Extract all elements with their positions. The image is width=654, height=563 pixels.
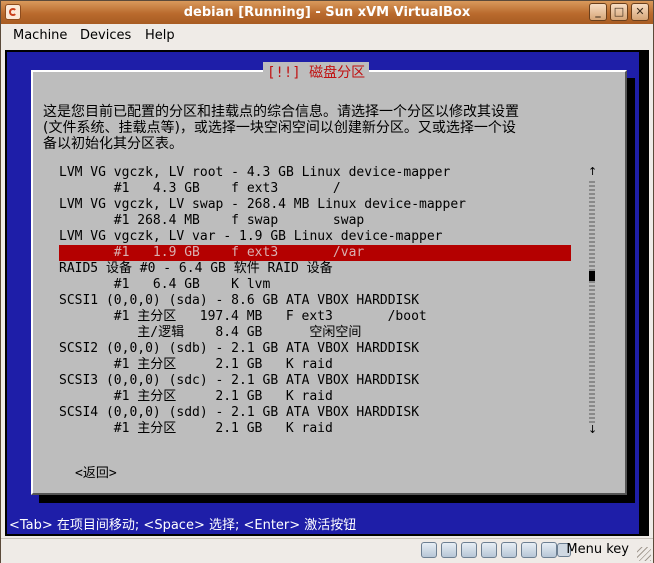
virtualbox-window: debian [Running] - Sun xVM VirtualBox _ … [0,0,654,563]
partition-dialog: [!!] 磁盘分区 这是您目前已配置的分区和挂载点的综合信息。请选择一个分区以修… [31,62,627,495]
partition-row[interactable]: SCSI3 (0,0,0) (sdc) - 2.1 GB ATA VBOX HA… [59,373,571,389]
partition-row[interactable]: LVM VG vgczk, LV var - 1.9 GB Linux devi… [59,229,571,245]
partition-row[interactable]: #1 主分区 2.1 GB K raid [59,357,571,373]
partition-row[interactable]: #1 主分区 197.4 MB F ext3 /boot [59,309,571,325]
partition-row[interactable]: SCSI1 (0,0,0) (sda) - 8.6 GB ATA VBOX HA… [59,293,571,309]
usb-icon[interactable] [501,542,517,558]
partition-row-selected[interactable]: #1 1.9 GB f ext3 /var [59,245,571,261]
partition-row[interactable]: SCSI4 (0,0,0) (sdd) - 2.1 GB ATA VBOX HA… [59,405,571,421]
scroll-up-arrow-icon[interactable]: ↑ [588,166,597,177]
partition-row[interactable]: #1 主分区 2.1 GB K raid [59,389,571,405]
menu-bar: Machine Devices Help [1,24,653,48]
resize-grip-icon[interactable] [637,547,651,561]
virtualbox-app-icon[interactable] [5,4,21,20]
scrollbar-thumb[interactable] [589,271,595,281]
host-key-label: Menu key [566,542,629,557]
list-scrollbar[interactable]: ↑ ↓ [588,166,597,435]
window-title: debian [Running] - Sun xVM VirtualBox [183,5,471,20]
dialog-title: [!!] 磁盘分区 [263,62,370,82]
window-controls: _ □ ✕ [589,3,649,21]
dialog-shadow-right [627,78,635,503]
maximize-button[interactable]: □ [610,3,628,21]
scroll-down-arrow-icon[interactable]: ↓ [588,424,597,435]
back-button[interactable]: <返回> [75,462,117,481]
menu-help[interactable]: Help [145,28,175,43]
network-icon[interactable] [481,542,497,558]
menu-machine[interactable]: Machine [13,28,67,43]
title-bar[interactable]: debian [Running] - Sun xVM VirtualBox _ … [1,1,653,24]
vm-display[interactable]: [!!] 磁盘分区 这是您目前已配置的分区和挂载点的综合信息。请选择一个分区以修… [5,50,649,536]
partition-row[interactable]: #1 4.3 GB f ext3 / [59,181,571,197]
shared-folders-icon[interactable] [521,542,537,558]
partition-row[interactable]: LVM VG vgczk, LV swap - 268.4 MB Linux d… [59,197,571,213]
partition-list[interactable]: LVM VG vgczk, LV root - 4.3 GB Linux dev… [59,165,577,439]
floppy-icon[interactable] [461,542,477,558]
cd-dvd-icon[interactable] [441,542,457,558]
minimize-button[interactable]: _ [589,3,607,21]
dialog-shadow-bottom [39,495,635,503]
partition-row[interactable]: LVM VG vgczk, LV root - 4.3 GB Linux dev… [59,165,571,181]
intro-line: (文件系统、挂载点等)，或选择一块空闲空间以创建新分区。又或选择一个设 [43,120,516,136]
intro-line: 备以初始化其分区表。 [43,136,183,152]
partition-row[interactable]: 主/逻辑 8.4 GB 空闲空间 [59,325,571,341]
menu-devices[interactable]: Devices [80,28,131,43]
partition-row[interactable]: RAID5 设备 #0 - 6.4 GB 软件 RAID 设备 [59,261,571,277]
intro-line: 这是您目前已配置的分区和挂载点的综合信息。请选择一个分区以修改其设置 [43,104,519,120]
intro-text: 这是您目前已配置的分区和挂载点的综合信息。请选择一个分区以修改其设置 (文件系统… [43,104,519,152]
hard-disk-icon[interactable] [421,542,437,558]
partition-row[interactable]: #1 6.4 GB K lvm [59,277,571,293]
partition-row[interactable]: #1 主分区 2.1 GB K raid [59,421,571,437]
partition-row[interactable]: SCSI2 (0,0,0) (sdb) - 2.1 GB ATA VBOX HA… [59,341,571,357]
partition-row[interactable]: #1 268.4 MB f swap swap [59,213,571,229]
device-indicators [421,542,557,558]
scrollbar-track[interactable] [589,179,595,423]
keyboard-hint: <Tab> 在项目间移动; <Space> 选择; <Enter> 激活按钮 [9,518,357,533]
installer-screen: [!!] 磁盘分区 这是您目前已配置的分区和挂载点的综合信息。请选择一个分区以修… [7,52,639,534]
close-button[interactable]: ✕ [631,3,649,21]
status-bar: Menu key [1,538,653,563]
mouse-integration-icon[interactable] [541,542,557,558]
